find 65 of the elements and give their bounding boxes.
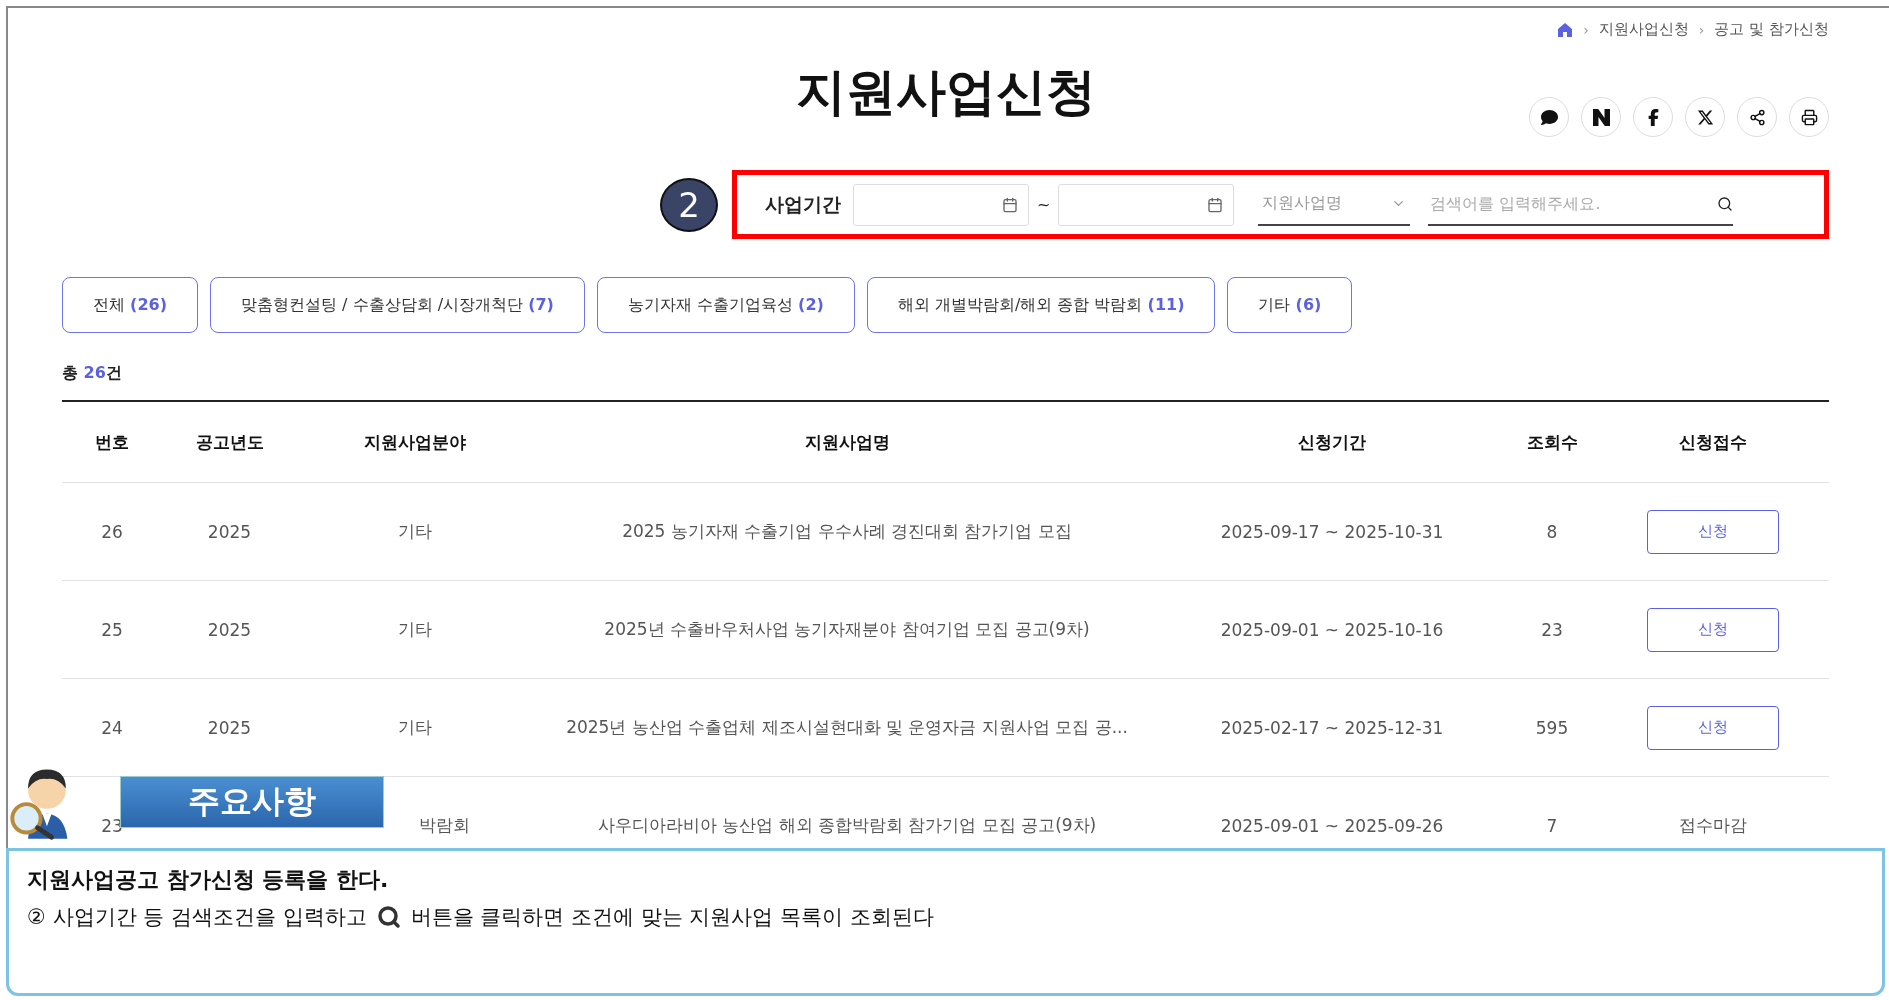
column-header: 지원사업명 (803, 430, 891, 454)
apply-button[interactable]: 신청 (1647, 607, 1779, 652)
table-cell-text: 2025-09-01 ~ 2025-10-16 (1219, 619, 1445, 640)
share-icon[interactable] (1737, 97, 1777, 137)
chevron-icon: › (1698, 21, 1705, 38)
f-logo-icon[interactable] (1633, 97, 1673, 137)
page-title: 지원사업신청 (795, 62, 1096, 123)
table-cell-text: 23 (1540, 619, 1564, 640)
column-header: 조회수 (1525, 430, 1579, 454)
calendar-icon (1002, 196, 1018, 213)
column-header: 번호 (94, 430, 130, 454)
breadcrumb-link[interactable]: 지원사업신청 (1598, 20, 1689, 39)
speech-bubble-icon[interactable] (1529, 97, 1569, 137)
table-cell-text: 2025-09-01 ~ 2025-09-26 (1219, 815, 1445, 836)
search-icon (1717, 195, 1734, 212)
table-cell-text: 595 (1534, 717, 1570, 738)
breadcrumb-link[interactable]: 공고 및 참가신청 (1714, 20, 1829, 39)
table-cell[interactable]: 2025 농기자재 수출기업 우수사례 경진대회 참가기업 모집 (532, 520, 1162, 543)
category-tab[interactable]: 기타 (6) (1227, 277, 1353, 333)
table-cell-text: 24 (100, 717, 124, 738)
table-cell[interactable]: 사우디아라비아 농산업 해외 종합박람회 참가기업 모집 공고(9차) (532, 814, 1162, 837)
calendar-icon (1207, 196, 1224, 213)
category-tab[interactable]: 해외 개별박람회/해외 종합 박람회 (11) (866, 277, 1216, 333)
table-cell-text: 8 (1545, 521, 1559, 542)
table-cell-text: 7 (1545, 815, 1559, 836)
table-cell[interactable]: 2025년 농산업 수출업체 제조시설현대화 및 운영자금 지원사업 모집 공... (532, 716, 1162, 739)
table-cell-text: 2025-02-17 ~ 2025-12-31 (1219, 717, 1445, 738)
table-cell-text: 기타 (396, 618, 433, 641)
table-cell-text: 2025 (206, 619, 253, 640)
note-heading: 지원사업공고 참가신청 등록을 한다. (27, 866, 390, 894)
date-field[interactable] (853, 183, 1029, 226)
category-tab[interactable]: 농기자재 수출기업육성 (2) (596, 277, 855, 333)
column-header: 신청접수 (1678, 430, 1748, 454)
column-header: 지원사업분야 (362, 430, 467, 454)
search-icon (376, 905, 401, 929)
note-text: 버튼을 클릭하면 조건에 맞는 지원사업 목록이 조회된다 (410, 904, 934, 931)
table-cell-text: 26 (100, 521, 124, 542)
date-separator: ~ (1037, 195, 1051, 214)
category-tab[interactable]: 맞춤형컨설팅 / 수출상담회 /시장개척단 (7) (210, 277, 585, 333)
table-cell-text: 25 (100, 619, 124, 640)
x-logo-icon[interactable] (1685, 97, 1725, 137)
table-cell-text: 2025-09-17 ~ 2025-10-31 (1219, 521, 1445, 542)
apply-button[interactable]: 신청 (1647, 705, 1779, 750)
table-cell-text: 기타 (396, 716, 433, 739)
table-cell[interactable]: 2025년 수출바우처사업 농기자재분야 참여기업 모집 공고(9차) (532, 618, 1162, 641)
date-field[interactable] (1058, 183, 1235, 226)
table-cell: 접수마감 (1679, 814, 1747, 837)
callout-banner: 주요사항 (120, 776, 384, 828)
total-count: 총 26건 (62, 363, 123, 384)
note-text: ② 사업기간 등 검색조건을 입력하고 (27, 904, 367, 931)
table-cell-text: 박람회 (418, 814, 471, 837)
home-icon[interactable] (1557, 21, 1574, 38)
n-logo-icon[interactable] (1581, 97, 1621, 137)
print-icon[interactable] (1789, 97, 1829, 137)
table-cell-text: 2025 (206, 717, 253, 738)
chevron-icon: › (1583, 21, 1589, 38)
category-tab[interactable]: 전체 (26) (62, 277, 198, 333)
apply-button[interactable]: 신청 (1647, 509, 1779, 554)
column-header: 공고년도 (194, 430, 265, 454)
table-cell-text: 2025 (206, 521, 253, 542)
column-header: 신청기간 (1297, 430, 1367, 454)
step-marker: 2 (660, 177, 718, 232)
period-label: 사업기간 (765, 191, 841, 217)
table-cell-text: 기타 (396, 520, 433, 543)
search-field[interactable]: 검색어를 입력해주세요. (1428, 193, 1718, 214)
